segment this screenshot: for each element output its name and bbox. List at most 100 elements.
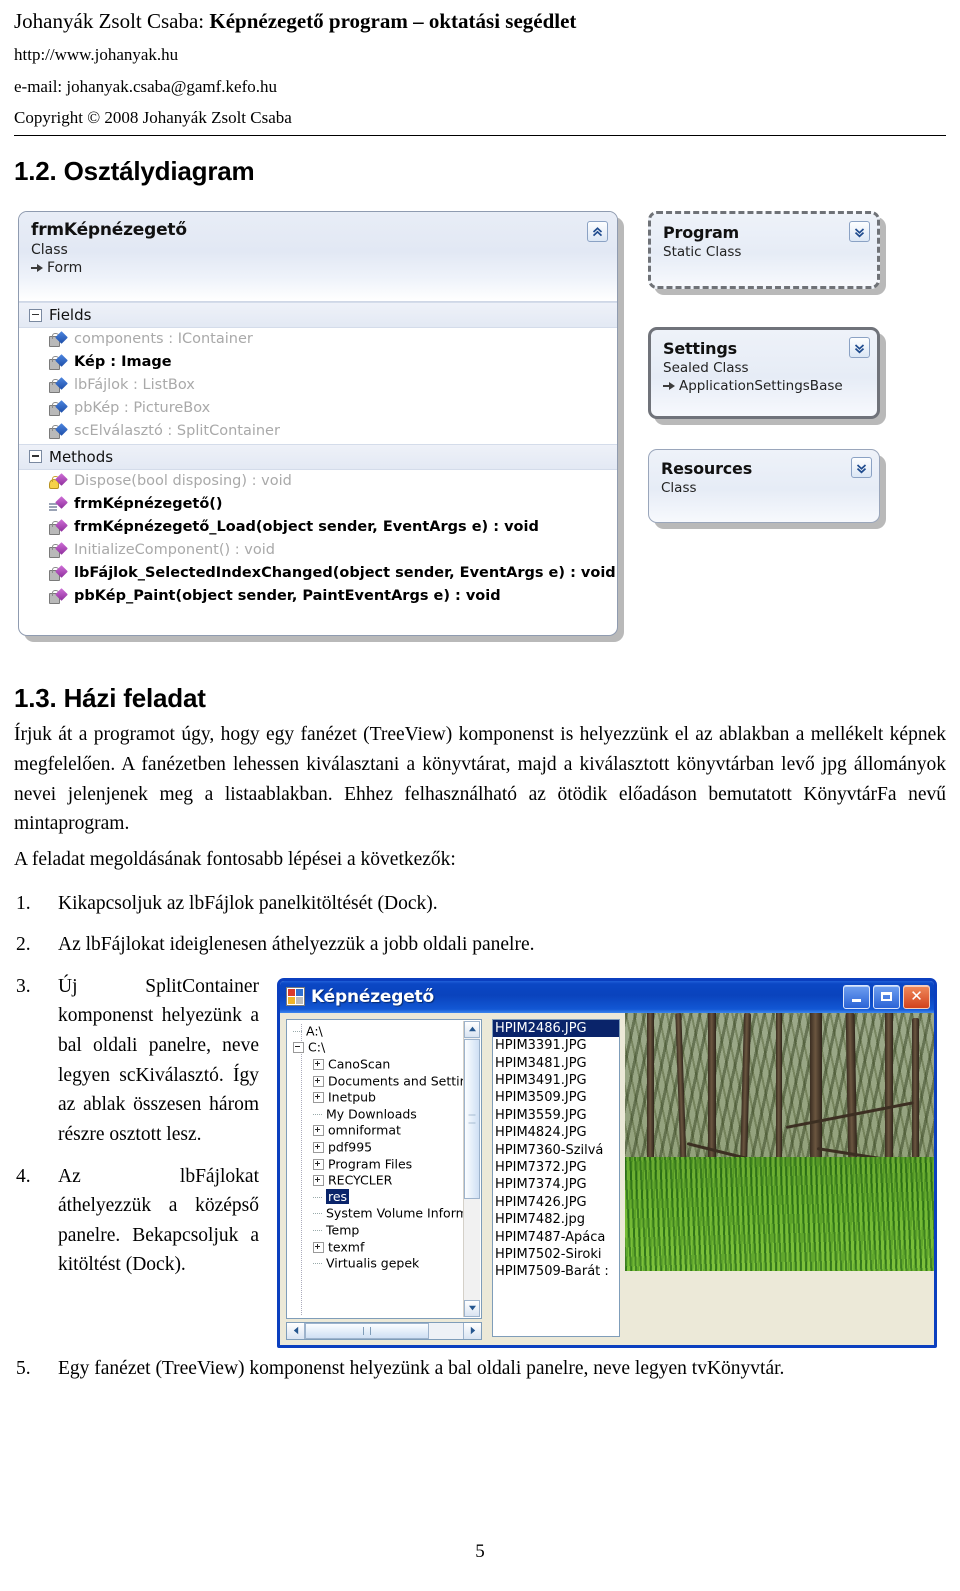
method-row[interactable]: Dispose(bool disposing) : void [19,470,617,493]
document-page: Johanyák Zsolt Csaba: Képnézegető progra… [0,0,960,1591]
chevron-down-icon[interactable] [849,337,870,359]
page-number: 5 [475,1541,485,1562]
list-item: 3. Új SplitContainer komponenst helyezün… [14,972,946,1150]
list-item-text: Új SplitContainer komponenst helyezünk a… [58,975,259,1145]
list-item-text: Kikapcsoljuk az lbFájlok panelkitöltését… [58,892,438,914]
homework-intro: Írjuk át a programot úgy, hogy egy fanéz… [14,724,946,835]
method-row[interactable]: pbKép_Paint(object sender, PaintEventArg… [19,585,617,608]
header-divider [14,135,946,137]
collapse-minus-icon[interactable] [29,450,42,463]
list-item-number: 5. [16,1357,31,1379]
list-item-number: 3. [16,975,31,997]
class-kind: Class [661,480,697,497]
class-name: Program [663,223,740,243]
list-item-number: 2. [16,934,31,956]
collapse-minus-icon[interactable] [29,308,42,322]
private-field-icon [49,400,68,417]
method-row[interactable]: frmKépnézegető() [19,493,617,516]
scrollbar-track[interactable] [305,1322,463,1339]
method-label: frmKépnézegető() [74,495,223,512]
class-shape-settings[interactable]: Settings Sealed Class ApplicationSetting… [648,327,880,420]
class-kind: Class [31,242,68,259]
title-subject: Képnézegető program – oktatási segédlet [209,9,577,33]
method-row[interactable]: InitializeComponent() : void [19,539,617,562]
picture-box-background [625,1270,934,1345]
header-email: e-mail: johanyak.csaba@gamf.kefo.hu [14,76,278,96]
field-row[interactable]: lbFájlok : ListBox [19,374,617,397]
list-item: 5. Egy fanézet (TreeView) komponenst hel… [14,1354,946,1384]
class-name: frmKépnézegető [31,220,187,241]
method-row[interactable]: frmKépnézegető_Load(object sender, Event… [19,516,617,539]
scroll-left-arrow-icon[interactable] [287,1322,305,1339]
method-label: Dispose(bool disposing) : void [74,472,292,489]
class-name: Resources [661,459,753,479]
private-field-icon [49,331,68,348]
class-base-type: Form [31,260,607,276]
heading-homework: 1.3. Házi feladat [14,683,206,714]
class-base-type: ApplicationSettingsBase [663,378,867,394]
list-item-number: 1. [16,892,31,914]
private-method-icon [49,587,68,604]
running-header: Johanyák Zsolt Csaba: Képnézegető progra… [0,0,960,128]
list-item: 4. Az lbFájlokat áthelyezzük a középső p… [14,1162,946,1281]
private-field-icon [49,377,68,394]
chevron-down-icon[interactable] [851,457,872,479]
protected-method-icon [49,472,68,489]
document-title: Johanyák Zsolt Csaba: Képnézegető progra… [14,8,946,34]
list-item: 2. Az lbFájlokat ideiglenesen áthelyezzü… [14,930,946,960]
class-base-label: Form [47,260,83,277]
private-method-icon [49,564,68,581]
field-label: pbKép : PictureBox [74,400,211,417]
public-method-icon [49,495,68,512]
class-kind: Sealed Class [663,360,749,377]
private-field-icon [49,354,68,371]
class-shape-program[interactable]: Program Static Class [648,211,880,290]
header-url: http://www.johanyak.hu [14,45,179,65]
class-diagram: frmKépnézegető Class Form Fields compone… [0,203,960,663]
field-label: components : IContainer [74,331,253,348]
field-row[interactable]: Kép : Image [19,351,617,374]
field-row[interactable]: pbKép : PictureBox [19,397,617,420]
private-method-icon [49,518,68,535]
field-row[interactable]: scElválasztó : SplitContainer [19,420,617,443]
method-label: frmKépnézegető_Load(object sender, Event… [74,518,539,535]
private-field-icon [49,423,68,440]
scrollbar-thumb[interactable] [305,1322,429,1339]
list-item: 1. Kikapcsoljuk az lbFájlok panelkitölté… [14,889,946,919]
title-author: Johanyák Zsolt Csaba: [14,9,210,33]
field-row[interactable]: components : IContainer [19,328,617,351]
class-shape-header: frmKépnézegető Class Form [19,212,617,303]
method-row[interactable]: lbFájlok_SelectedIndexChanged(object sen… [19,562,617,585]
class-shape-frmkepnezegeto[interactable]: frmKépnézegető Class Form Fields compone… [18,211,618,637]
homework-steps: 1. Kikapcsoljuk az lbFájlok panelkitölté… [14,889,946,1396]
class-base-label: ApplicationSettingsBase [679,378,843,395]
section-methods-label: Methods [49,447,114,466]
section-methods[interactable]: Methods [19,443,617,470]
field-label: lbFájlok : ListBox [74,377,195,394]
header-copyright: Copyright © 2008 Johanyák Zsolt Csaba [14,108,292,128]
list-item-text: Az lbFájlokat áthelyezzük a középső pane… [58,1165,259,1276]
scroll-right-arrow-icon[interactable] [463,1322,481,1339]
methods-list: Dispose(bool disposing) : void frmKépnéz… [19,470,617,608]
method-label: lbFájlok_SelectedIndexChanged(object sen… [74,564,616,581]
class-name: Settings [663,339,737,359]
private-method-icon [49,541,68,558]
chevron-up-icon[interactable] [587,221,608,243]
class-kind: Static Class [663,244,742,261]
method-label: pbKép_Paint(object sender, PaintEventArg… [74,587,501,604]
chevron-down-icon[interactable] [849,221,870,243]
section-fields-label: Fields [49,306,92,325]
scroll-down-arrow-icon[interactable] [464,1299,480,1317]
inheritance-arrow-icon [663,380,676,392]
section-fields[interactable]: Fields [19,302,617,329]
list-item-number: 4. [16,1165,31,1187]
inheritance-arrow-icon [31,262,44,274]
homework-lead: A feladat megoldásának fontosabb lépései… [14,848,456,870]
list-item-text: Az lbFájlokat ideiglenesen áthelyezzük a… [58,934,535,956]
list-item-text: Egy fanézet (TreeView) komponenst helyez… [58,1357,785,1379]
tree-horizontal-scrollbar[interactable] [286,1321,482,1340]
method-label: InitializeComponent() : void [74,541,275,558]
field-label: Kép : Image [74,354,172,371]
class-shape-resources[interactable]: Resources Class [648,449,880,524]
fields-list: components : IContainer Kép : Image lbFá… [19,328,617,443]
